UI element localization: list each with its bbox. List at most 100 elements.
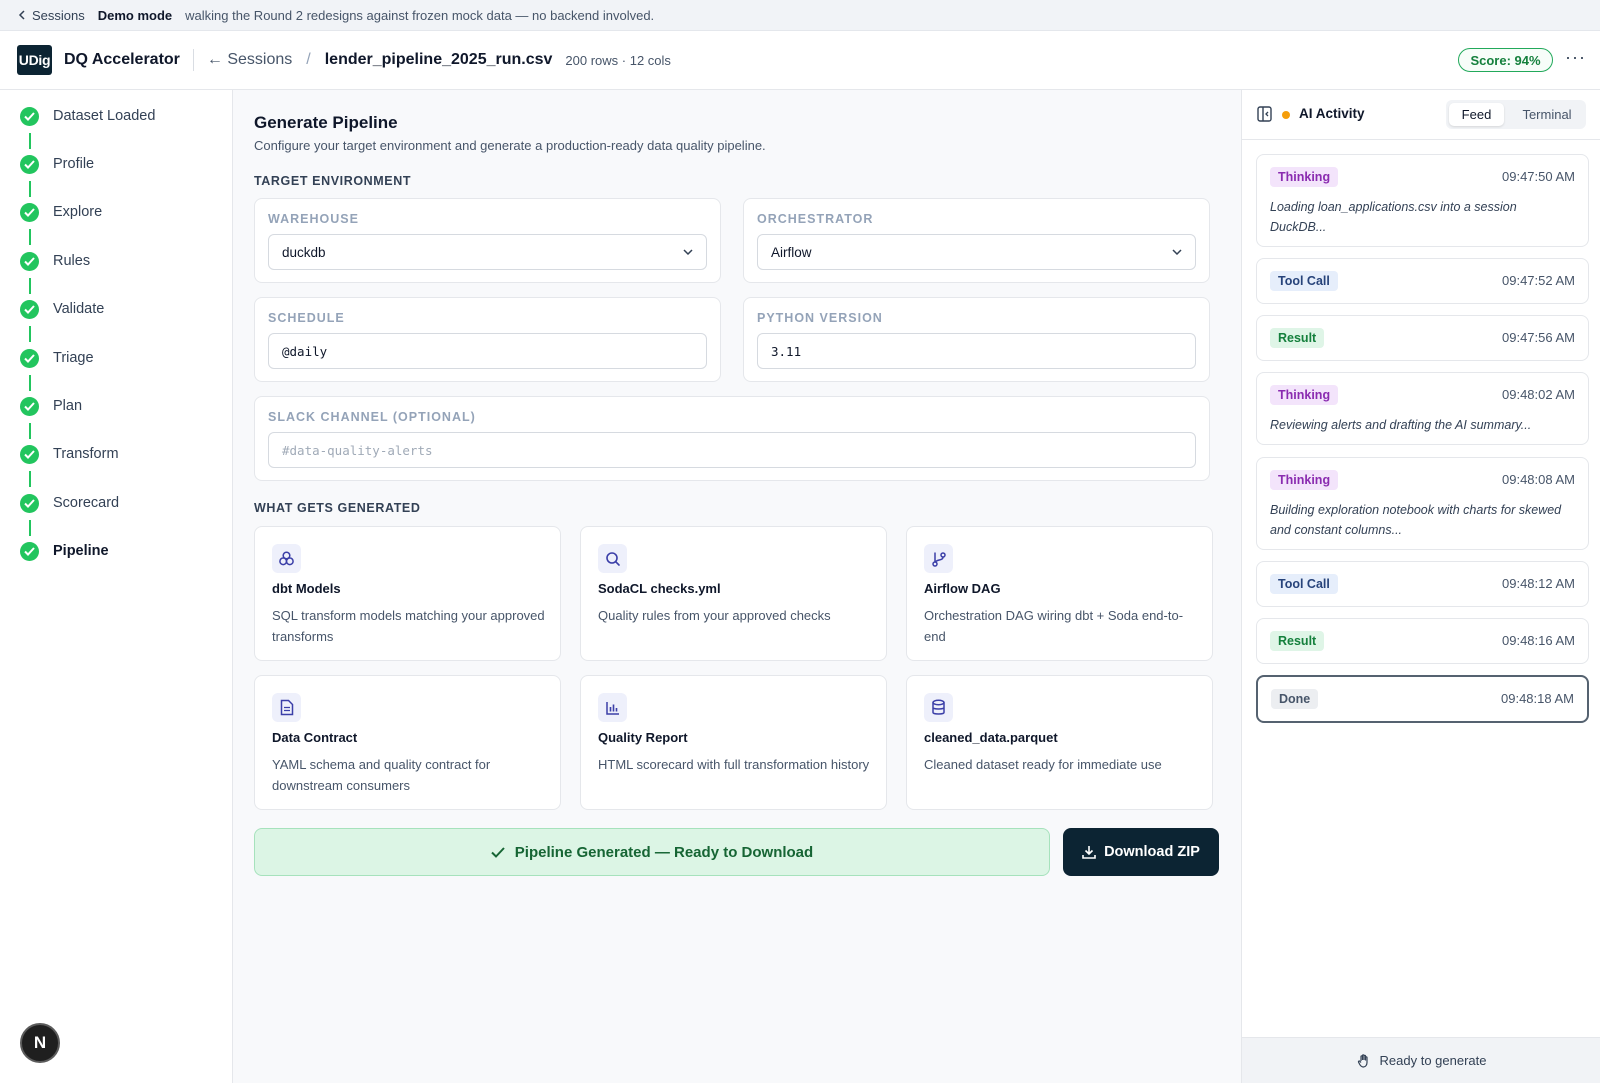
artifact-card-airflow-dag: Airflow DAG Orchestration DAG wiring dbt… — [906, 526, 1213, 661]
event-time: 09:48:12 AM — [1502, 576, 1575, 591]
python-version-field-group: Python Version 3.11 — [743, 297, 1210, 382]
check-circle-icon — [20, 251, 39, 271]
panel-toggle-icon[interactable] — [1257, 106, 1272, 122]
step-connector — [29, 181, 31, 197]
check-circle-icon — [20, 493, 39, 513]
card-title: Quality Report — [598, 730, 688, 745]
udig-logo: UDig — [17, 45, 52, 75]
header-divider — [192, 49, 194, 71]
event-time: 09:48:18 AM — [1501, 691, 1574, 706]
dbt-models-icon — [272, 544, 301, 573]
step-validate[interactable]: Validate — [20, 297, 104, 321]
app-header: UDig DQ Accelerator ← Sessions / lender_… — [0, 31, 1600, 90]
card-description: SQL transform models matching your appro… — [272, 608, 545, 644]
check-circle-icon — [20, 541, 39, 561]
event-time: 09:47:52 AM — [1502, 273, 1575, 288]
score-badge: Score: 94% — [1458, 48, 1553, 72]
artifact-card-quality-report: Quality Report HTML scorecard with full … — [580, 675, 887, 810]
slack-channel-field-group: Slack Channel (Optional) #data-quality-a… — [254, 396, 1210, 481]
ai-activity-title: AI Activity — [1299, 106, 1365, 121]
event-text: Reviewing alerts and drafting the AI sum… — [1270, 418, 1532, 432]
step-pipeline[interactable]: Pipeline — [20, 539, 109, 563]
step-profile[interactable]: Profile — [20, 152, 94, 176]
event-tag: Tool Call — [1270, 271, 1338, 291]
card-title: Airflow DAG — [924, 581, 1001, 596]
step-connector — [29, 375, 31, 391]
step-label: Dataset Loaded — [53, 108, 156, 124]
card-title: dbt Models — [272, 581, 341, 596]
step-plan[interactable]: Plan — [20, 394, 82, 418]
step-label: Plan — [53, 398, 83, 414]
page-subtitle: Configure your target environment and ge… — [254, 138, 766, 153]
step-label: Rules — [53, 253, 91, 269]
step-dataset-loaded[interactable]: Dataset Loaded — [20, 104, 155, 128]
step-connector — [29, 229, 31, 245]
step-label: Triage — [53, 350, 94, 366]
tab-feed[interactable]: Feed — [1449, 103, 1504, 126]
chevron-down-icon — [1172, 249, 1182, 256]
ai-footer-text: Ready to generate — [1379, 1053, 1487, 1068]
what-gets-generated-heading: What Gets Generated — [254, 501, 421, 515]
demo-mode-label: Demo mode — [97, 7, 173, 23]
chevron-left-icon — [18, 10, 25, 20]
breadcrumb-sessions-link[interactable]: ← Sessions — [207, 51, 292, 69]
slack-channel-input[interactable]: #data-quality-alerts — [268, 432, 1196, 468]
event-tag: Thinking — [1270, 470, 1339, 490]
step-connector — [29, 471, 31, 487]
step-label: Scorecard — [53, 495, 120, 511]
artifact-card-cleaned-data: cleaned_data.parquet Cleaned dataset rea… — [906, 675, 1213, 810]
step-rules[interactable]: Rules — [20, 249, 90, 273]
schedule-label: Schedule — [268, 311, 345, 325]
event-tag: Thinking — [1270, 167, 1339, 187]
orchestrator-label: Orchestrator — [757, 212, 874, 226]
target-environment-heading: Target Environment — [254, 174, 412, 188]
step-triage[interactable]: Triage — [20, 346, 94, 370]
step-explore[interactable]: Explore — [20, 200, 102, 224]
orchestrator-value: Airflow — [771, 244, 812, 260]
step-connector — [29, 326, 31, 342]
activity-event: Thinking 09:48:02 AM Reviewing alerts an… — [1256, 372, 1589, 445]
python-version-input[interactable]: 3.11 — [757, 333, 1196, 369]
artifact-card-sodacl: SodaCL checks.yml Quality rules from you… — [580, 526, 887, 661]
more-options-icon[interactable]: ··· — [1565, 47, 1586, 68]
schedule-input[interactable]: @daily — [268, 333, 707, 369]
ai-activity-panel: AI Activity Feed Terminal Thinking 09:47… — [1241, 90, 1600, 1083]
card-title: cleaned_data.parquet — [924, 730, 1058, 745]
chevron-down-icon — [683, 249, 693, 256]
step-transform[interactable]: Transform — [20, 442, 119, 466]
download-zip-label: Download ZIP — [1104, 844, 1200, 860]
event-time: 09:48:16 AM — [1502, 633, 1575, 648]
next-dev-badge[interactable]: N — [20, 1023, 60, 1063]
card-description: Cleaned dataset ready for immediate use — [924, 757, 1162, 772]
event-time: 09:48:08 AM — [1502, 472, 1575, 487]
check-circle-icon — [20, 396, 39, 416]
event-text: Loading loan_applications.csv into a ses… — [1270, 200, 1517, 234]
pipeline-status-text: Pipeline Generated — Ready to Download — [514, 843, 814, 861]
activity-event: Tool Call 09:47:52 AM — [1256, 258, 1589, 304]
event-time: 09:47:56 AM — [1502, 330, 1575, 345]
activity-event: Result 09:47:56 AM — [1256, 315, 1589, 361]
card-description: Quality rules from your approved checks — [598, 608, 831, 623]
file-meta: 200 rows · 12 cols — [565, 52, 671, 68]
tab-terminal[interactable]: Terminal — [1512, 103, 1582, 126]
activity-event: Tool Call 09:48:12 AM — [1256, 561, 1589, 607]
check-circle-icon — [20, 154, 39, 174]
warehouse-value: duckdb — [282, 244, 326, 260]
step-label: Profile — [53, 156, 95, 172]
warehouse-select[interactable]: duckdb — [268, 234, 707, 270]
artifact-card-dbt-models: dbt Models SQL transform models matching… — [254, 526, 561, 661]
step-scorecard[interactable]: Scorecard — [20, 491, 119, 515]
ai-activity-header: AI Activity Feed Terminal — [1242, 90, 1600, 140]
event-tag: Result — [1270, 631, 1325, 651]
check-icon — [491, 846, 505, 858]
demo-description: walking the Round 2 redesigns against fr… — [185, 7, 655, 23]
card-title: SodaCL checks.yml — [598, 581, 721, 596]
document-icon — [272, 693, 301, 722]
python-version-label: Python Version — [757, 311, 883, 325]
demo-banner: Sessions Demo mode walking the Round 2 r… — [0, 0, 1600, 31]
demo-back-link[interactable]: Sessions — [18, 8, 85, 23]
orchestrator-select[interactable]: Airflow — [757, 234, 1196, 270]
warehouse-field-group: Warehouse duckdb — [254, 198, 721, 283]
download-zip-button[interactable]: Download ZIP — [1063, 828, 1219, 876]
step-connector — [29, 278, 31, 294]
